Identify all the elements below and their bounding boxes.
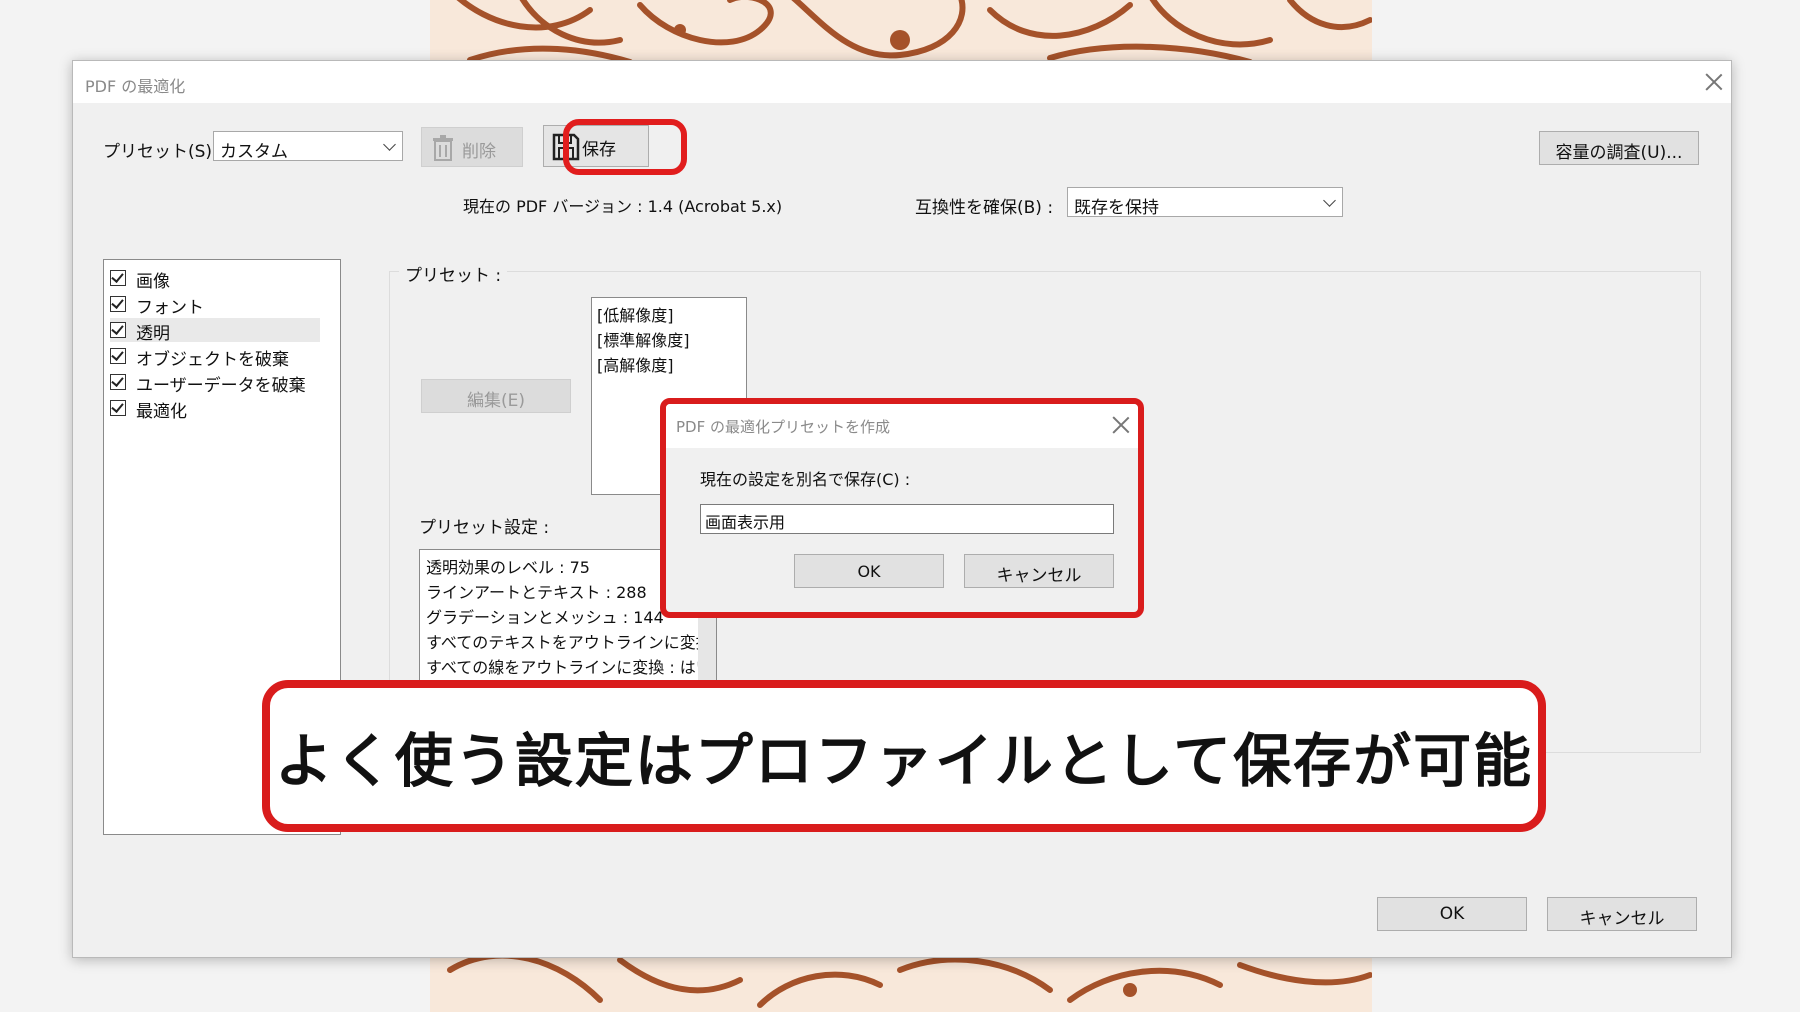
- save-button-highlight: [563, 119, 687, 175]
- preset-name-value: 画面表示用: [705, 513, 786, 532]
- compatibility-label: 互換性を確保(B) :: [915, 198, 1054, 218]
- preset-name-input[interactable]: 画面表示用: [700, 504, 1114, 534]
- ok-button-label: OK: [857, 562, 881, 581]
- delete-button[interactable]: 削除: [421, 127, 523, 167]
- caption-banner: よく使う設定はプロファイルとして保存が可能: [262, 680, 1546, 832]
- edit-button-label: 編集(E): [466, 391, 525, 411]
- checkbox-checked-icon[interactable]: [110, 374, 126, 390]
- category-item[interactable]: オブジェクトを破棄: [110, 344, 320, 370]
- create-preset-cancel-button[interactable]: キャンセル: [964, 554, 1114, 588]
- preset-dropdown-value: カスタム: [220, 142, 288, 162]
- compatibility-dropdown[interactable]: 既存を保持: [1067, 187, 1343, 218]
- save-as-prompt: 現在の設定を別名で保存(C) :: [700, 470, 911, 489]
- ok-button-label: OK: [1439, 904, 1465, 924]
- checkbox-checked-icon[interactable]: [110, 270, 126, 286]
- category-item-selected[interactable]: 透明: [110, 318, 320, 344]
- checkbox-checked-icon[interactable]: [110, 296, 126, 312]
- cancel-button[interactable]: キャンセル: [1547, 897, 1697, 931]
- cancel-button-label: キャンセル: [996, 566, 1082, 586]
- audit-space-button[interactable]: 容量の調査(U)...: [1539, 131, 1699, 165]
- create-preset-titlebar: PDF の最適化プリセットを作成: [666, 404, 1138, 448]
- caption-text: よく使う設定はプロファイルとして保存が可能: [274, 727, 1534, 795]
- category-label: オブジェクトを破棄: [136, 350, 289, 370]
- edit-button[interactable]: 編集(E): [421, 379, 571, 413]
- category-item[interactable]: 画像: [110, 266, 320, 292]
- create-preset-dialog: PDF の最適化プリセットを作成 現在の設定を別名で保存(C) : 画面表示用 …: [660, 398, 1144, 618]
- category-label: フォント: [136, 298, 204, 318]
- checkbox-checked-icon[interactable]: [110, 322, 126, 338]
- category-label: ユーザーデータを破棄: [136, 376, 306, 396]
- close-icon[interactable]: [1110, 414, 1130, 434]
- pdf-version-text: 現在の PDF バージョン : 1.4 (Acrobat 5.x): [463, 197, 783, 216]
- category-label: 最適化: [136, 402, 187, 422]
- presets-group-label: プリセット :: [399, 261, 508, 286]
- close-icon[interactable]: [1703, 71, 1725, 93]
- delete-button-label: 削除: [462, 142, 496, 162]
- preset-setting-line: すべてのテキストをアウトラインに変換 :: [426, 633, 717, 652]
- category-label: 画像: [136, 272, 170, 292]
- compatibility-dropdown-value: 既存を保持: [1074, 198, 1159, 218]
- preset-list-item[interactable]: [低解像度]: [597, 302, 674, 326]
- preset-setting-line: グラデーションとメッシュ : 144: [426, 608, 664, 627]
- category-item[interactable]: フォント: [110, 292, 320, 318]
- preset-dropdown[interactable]: カスタム: [213, 131, 403, 162]
- category-item[interactable]: 最適化: [110, 396, 320, 422]
- preset-list-item[interactable]: [標準解像度]: [597, 327, 690, 351]
- ok-button[interactable]: OK: [1377, 897, 1527, 931]
- checkbox-checked-icon[interactable]: [110, 348, 126, 364]
- audit-space-button-label: 容量の調査(U)...: [1555, 143, 1683, 163]
- category-item[interactable]: ユーザーデータを破棄: [110, 370, 320, 396]
- preset-setting-line: 透明効果のレベル : 75: [426, 558, 590, 577]
- create-preset-title: PDF の最適化プリセットを作成: [676, 418, 890, 436]
- preset-settings-label: プリセット設定 :: [419, 518, 550, 538]
- chevron-down-icon: [1323, 194, 1336, 207]
- dialog-title: PDF の最適化: [85, 77, 186, 96]
- preset-setting-line: すべての線をアウトラインに変換 : はい: [426, 658, 712, 677]
- trash-icon: [433, 135, 453, 161]
- category-label: 透明: [136, 324, 170, 344]
- preset-setting-line: ラインアートとテキスト : 288: [426, 583, 647, 602]
- cancel-button-label: キャンセル: [1579, 909, 1665, 929]
- preset-label: プリセット(S) :: [103, 142, 224, 162]
- chevron-down-icon: [383, 138, 396, 151]
- dialog-titlebar: PDF の最適化: [73, 61, 1731, 103]
- preset-list-item[interactable]: [高解像度]: [597, 352, 674, 376]
- create-preset-ok-button[interactable]: OK: [794, 554, 944, 588]
- checkbox-checked-icon[interactable]: [110, 400, 126, 416]
